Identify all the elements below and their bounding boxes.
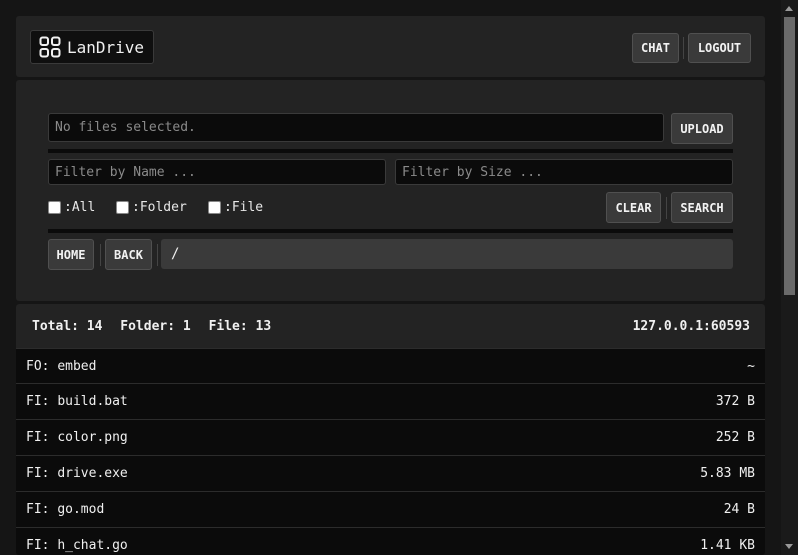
server-address: 127.0.0.1:60593 xyxy=(632,318,750,334)
file-size: 372 B xyxy=(715,393,755,409)
list-item[interactable]: FI: color.png 252 B xyxy=(16,419,765,454)
check-folder-box[interactable] xyxy=(116,201,129,214)
filter-size-input[interactable] xyxy=(395,159,733,185)
nav-separator xyxy=(100,244,101,266)
stats-bar: Total: 14 Folder: 1 File: 13 127.0.0.1:6… xyxy=(16,304,765,348)
file-size: 24 B xyxy=(723,501,755,517)
file-name: FO: embed xyxy=(26,359,96,374)
filter-separator xyxy=(666,197,667,219)
app-name: LanDrive xyxy=(67,37,145,57)
check-file[interactable]: :File xyxy=(208,200,263,215)
home-button[interactable]: HOME xyxy=(48,239,94,270)
stat-folder: Folder: 1 xyxy=(120,318,191,334)
file-name: FI: h_chat.go xyxy=(26,538,128,553)
file-type-prefix: FI: xyxy=(26,429,50,445)
stat-file: File: 13 xyxy=(208,318,272,334)
check-file-label: :File xyxy=(224,200,264,215)
list-item[interactable]: FI: go.mod 24 B xyxy=(16,491,765,526)
file-size: ~ xyxy=(747,358,755,374)
list-item[interactable]: FI: drive.exe 5.83 MB xyxy=(16,455,765,490)
file-listing: Total: 14 Folder: 1 File: 13 127.0.0.1:6… xyxy=(16,304,765,555)
upload-button[interactable]: UPLOAD xyxy=(671,113,733,144)
file-name-text: color.png xyxy=(57,429,128,445)
list-item[interactable]: FI: build.bat 372 B xyxy=(16,383,765,418)
check-folder-label: :Folder xyxy=(132,200,187,215)
chat-button[interactable]: CHAT xyxy=(632,33,679,63)
scroll-down-arrow-icon[interactable] xyxy=(785,544,793,549)
app-logo[interactable]: LanDrive xyxy=(30,30,154,64)
filter-name-input[interactable] xyxy=(48,159,386,185)
current-path: / xyxy=(161,239,733,269)
file-type-prefix: FI: xyxy=(26,393,50,409)
page-scrollbar[interactable] xyxy=(781,0,798,555)
file-name: FI: color.png xyxy=(26,430,128,445)
file-name: FI: drive.exe xyxy=(26,466,128,481)
check-file-box[interactable] xyxy=(208,201,221,214)
file-type-prefix: FI: xyxy=(26,537,50,553)
back-button[interactable]: BACK xyxy=(105,239,152,270)
file-name-text: go.mod xyxy=(57,501,105,517)
file-name-text: embed xyxy=(57,358,97,374)
file-name-text: drive.exe xyxy=(57,465,128,481)
file-name: FI: build.bat xyxy=(26,394,128,409)
search-button[interactable]: SEARCH xyxy=(671,192,733,223)
clear-button[interactable]: CLEAR xyxy=(606,192,661,223)
check-all[interactable]: :All xyxy=(48,200,95,215)
header-bar: LanDrive CHAT LOGOUT xyxy=(16,16,765,77)
file-name: FI: go.mod xyxy=(26,502,104,517)
logout-button[interactable]: LOGOUT xyxy=(688,33,751,63)
file-type-prefix: FO: xyxy=(26,358,50,374)
file-name-text: build.bat xyxy=(57,393,128,409)
stat-total: Total: 14 xyxy=(32,318,103,334)
list-item[interactable]: FO: embed ~ xyxy=(16,348,765,383)
logo-grid-icon xyxy=(39,36,61,58)
header-separator xyxy=(683,37,684,59)
file-type-prefix: FI: xyxy=(26,501,50,517)
file-chooser[interactable]: No files selected. xyxy=(48,113,664,142)
check-all-box[interactable] xyxy=(48,201,61,214)
check-folder[interactable]: :Folder xyxy=(116,200,187,215)
divider xyxy=(48,149,733,153)
scroll-up-arrow-icon[interactable] xyxy=(785,6,793,11)
divider xyxy=(48,229,733,233)
list-item[interactable]: FI: h_chat.go 1.41 KB xyxy=(16,527,765,555)
file-size: 1.41 KB xyxy=(700,537,755,553)
file-name-text: h_chat.go xyxy=(57,537,128,553)
file-size: 252 B xyxy=(715,429,755,445)
scrollbar-thumb[interactable] xyxy=(784,17,795,295)
controls-panel: No files selected. UPLOAD :All :Folder :… xyxy=(16,80,765,301)
check-all-label: :All xyxy=(64,200,96,215)
file-size: 5.83 MB xyxy=(700,465,755,481)
file-type-prefix: FI: xyxy=(26,465,50,481)
nav-separator xyxy=(157,244,158,266)
